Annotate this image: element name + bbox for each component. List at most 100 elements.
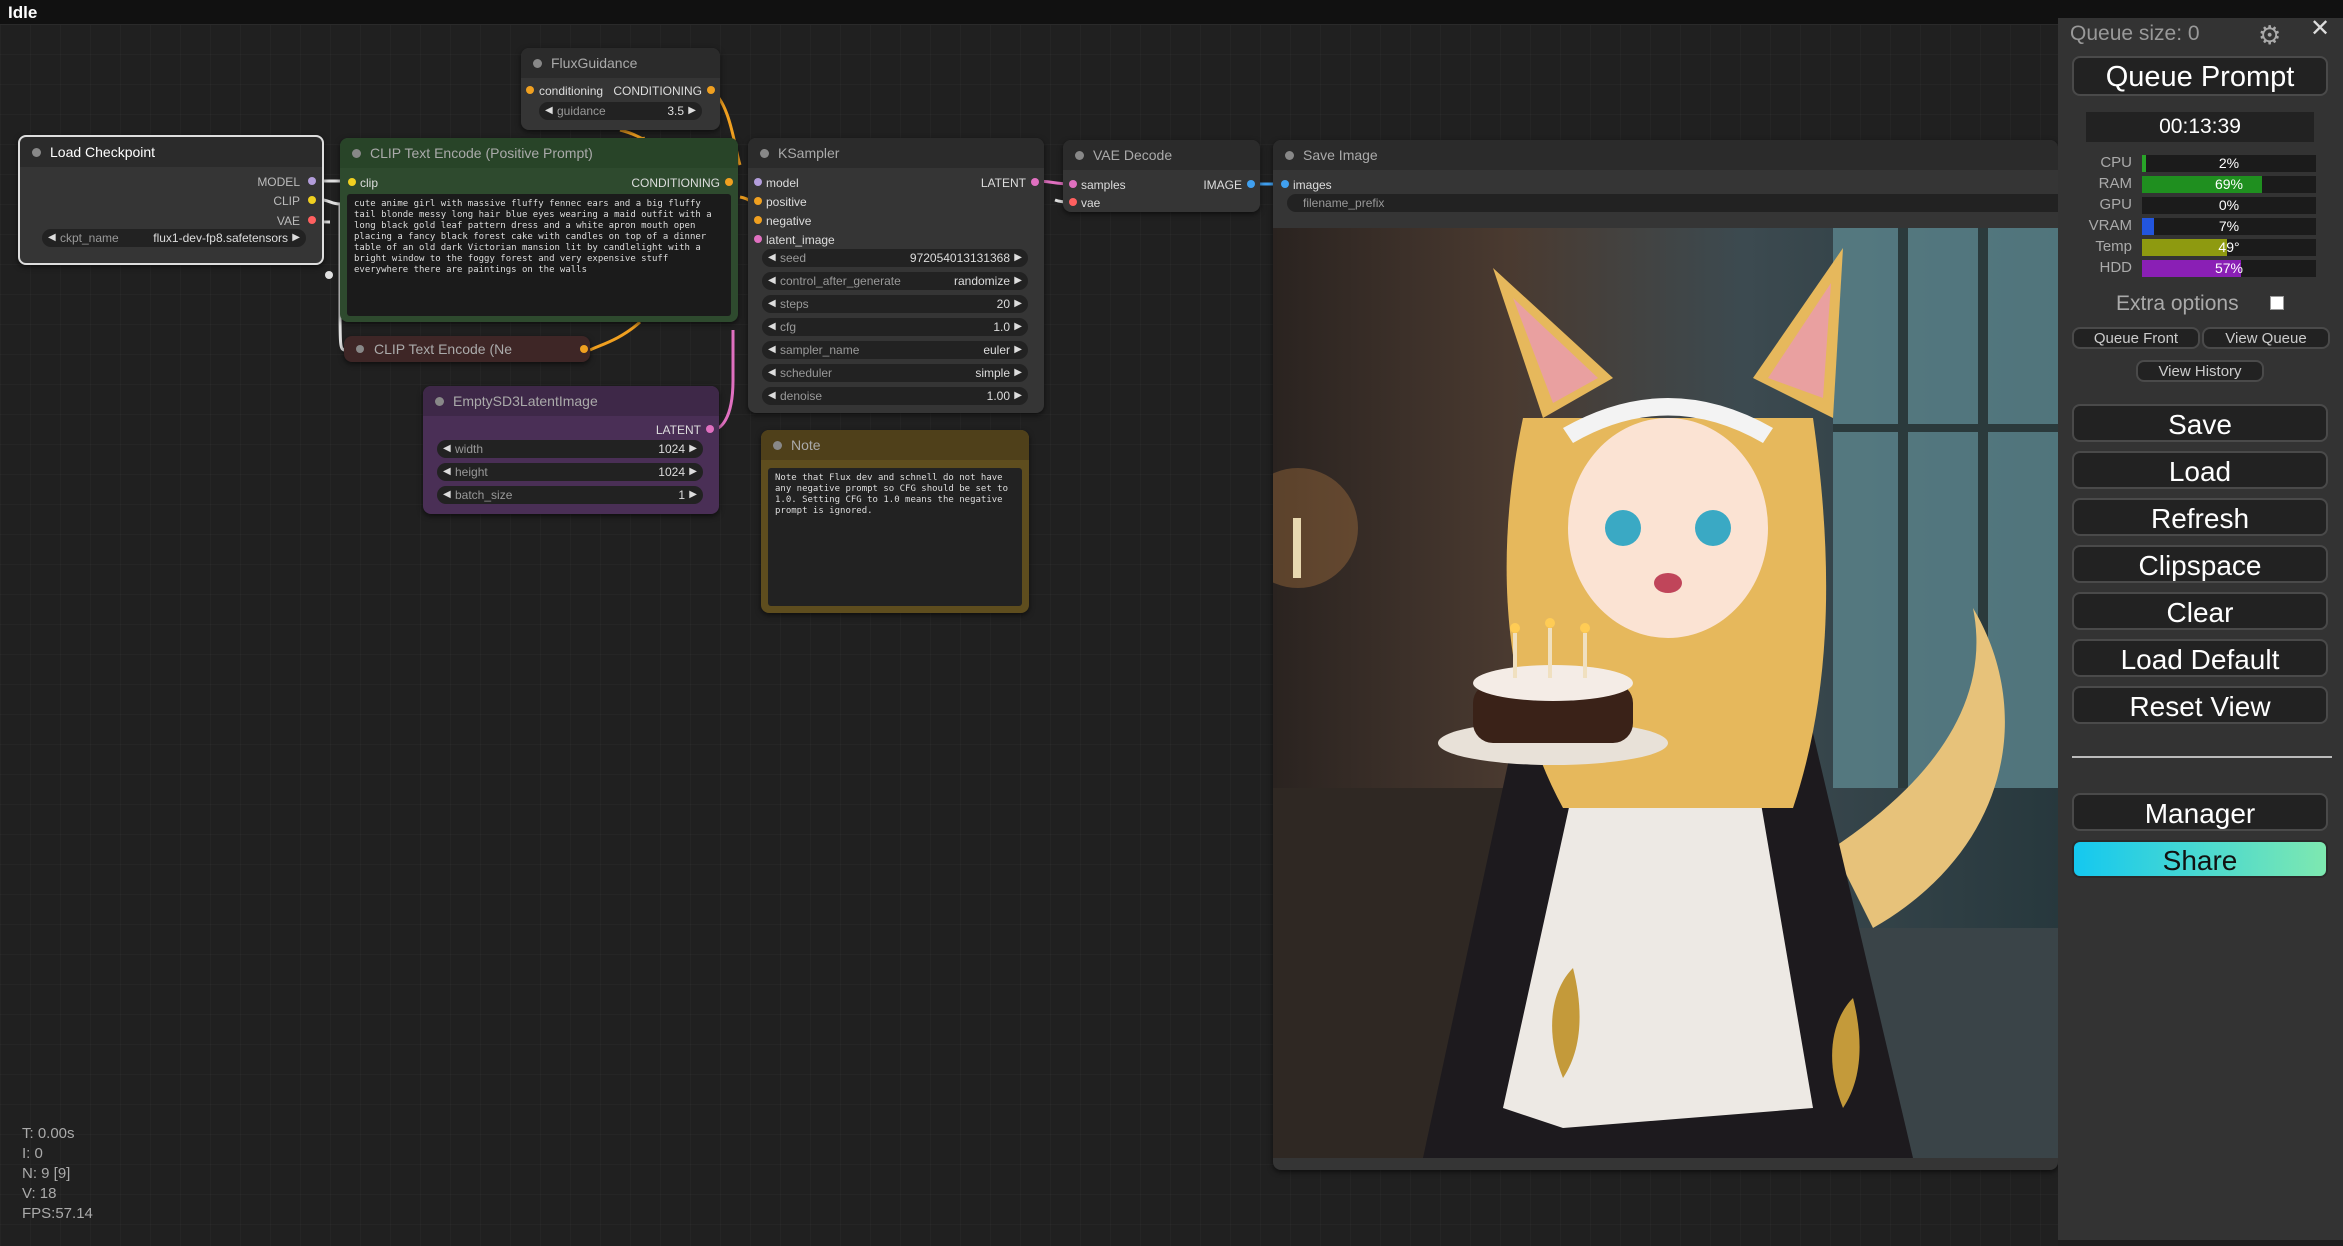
collapse-dot-icon[interactable] [1075, 151, 1084, 160]
prompt-textarea[interactable]: cute anime girl with massive fluffy fenn… [347, 194, 731, 316]
node-ksampler[interactable]: KSampler model positive negative latent_… [748, 138, 1044, 413]
output-model-dot-icon[interactable] [308, 177, 316, 185]
close-icon[interactable]: ✕ [2310, 14, 2330, 43]
output-image-dot-icon[interactable] [1247, 180, 1255, 188]
increment-arrow-icon[interactable]: ▶ [689, 463, 697, 481]
output-latent-dot-icon[interactable] [1031, 178, 1039, 186]
decrement-arrow-icon[interactable]: ◀ [768, 318, 776, 336]
widget-guidance[interactable]: ◀ guidance 3.5 ▶ [539, 102, 702, 120]
queue-prompt-button[interactable]: Queue Prompt [2072, 56, 2328, 96]
node-note[interactable]: Note Note that Flux dev and schnell do n… [761, 430, 1029, 613]
increment-arrow-icon[interactable]: ▶ [1014, 272, 1022, 290]
collapse-dot-icon[interactable] [352, 149, 361, 158]
widget-sampler-name[interactable]: ◀ sampler_name euler ▶ [762, 341, 1028, 359]
increment-arrow-icon[interactable]: ▶ [1014, 341, 1022, 359]
collapse-dot-icon[interactable] [760, 149, 769, 158]
manager-button[interactable]: Manager [2072, 793, 2328, 831]
view-history-button[interactable]: View History [2136, 360, 2264, 382]
collapse-dot-icon[interactable] [1285, 151, 1294, 160]
increment-arrow-icon[interactable]: ▶ [689, 440, 697, 458]
queue-front-button[interactable]: Queue Front [2072, 327, 2200, 349]
refresh-button[interactable]: Refresh [2072, 498, 2328, 536]
save-button[interactable]: Save [2072, 404, 2328, 442]
load-button[interactable]: Load [2072, 451, 2328, 489]
output-vae-dot-icon[interactable] [308, 216, 316, 224]
input-positive-dot-icon[interactable] [754, 197, 762, 205]
output-clip-dot-icon[interactable] [308, 196, 316, 204]
node-flux-guidance[interactable]: FluxGuidance conditioning CONDITIONING ◀… [521, 48, 720, 130]
output-slot-dot-icon[interactable] [707, 86, 715, 94]
node-title[interactable]: CLIP Text Encode (Positive Prompt) [340, 138, 738, 168]
view-queue-button[interactable]: View Queue [2202, 327, 2330, 349]
node-title[interactable]: VAE Decode [1063, 140, 1260, 170]
widget-width[interactable]: ◀ width 1024 ▶ [437, 440, 703, 458]
collapse-dot-icon[interactable] [533, 59, 542, 68]
node-load-checkpoint[interactable]: Load Checkpoint MODEL CLIP VAE ◀ ckpt_na… [18, 135, 324, 265]
widget-seed[interactable]: ◀ seed 972054013131368 ▶ [762, 249, 1028, 267]
node-clip-text-encode-negative-collapsed[interactable]: CLIP Text Encode (Ne [344, 336, 590, 362]
decrement-arrow-icon[interactable]: ◀ [768, 295, 776, 313]
collapse-dot-icon[interactable] [32, 148, 41, 157]
clear-button[interactable]: Clear [2072, 592, 2328, 630]
input-latent-image-dot-icon[interactable] [754, 235, 762, 243]
decrement-arrow-icon[interactable]: ◀ [545, 102, 553, 120]
decrement-arrow-icon[interactable]: ◀ [443, 486, 451, 504]
extra-options-checkbox[interactable] [2270, 296, 2284, 310]
node-title[interactable]: Load Checkpoint [20, 137, 322, 167]
input-slot-dot-icon[interactable] [526, 86, 534, 94]
load-default-button[interactable]: Load Default [2072, 639, 2328, 677]
widget-filename-prefix[interactable]: filename_prefix [1287, 194, 2058, 212]
input-clip-dot-icon[interactable] [348, 178, 356, 186]
increment-arrow-icon[interactable]: ▶ [1014, 318, 1022, 336]
output-latent-dot-icon[interactable] [706, 425, 714, 433]
node-title[interactable]: FluxGuidance [521, 48, 720, 78]
increment-arrow-icon[interactable]: ▶ [688, 102, 696, 120]
node-title[interactable]: Save Image [1273, 140, 2058, 170]
output-conditioning-dot-icon[interactable] [725, 178, 733, 186]
widget-batch-size[interactable]: ◀ batch_size 1 ▶ [437, 486, 703, 504]
collapse-dot-icon[interactable] [435, 397, 444, 406]
decrement-arrow-icon[interactable]: ◀ [768, 341, 776, 359]
input-model-dot-icon[interactable] [754, 178, 762, 186]
increment-arrow-icon[interactable]: ▶ [292, 229, 300, 247]
widget-steps[interactable]: ◀ steps 20 ▶ [762, 295, 1028, 313]
increment-arrow-icon[interactable]: ▶ [1014, 387, 1022, 405]
decrement-arrow-icon[interactable]: ◀ [768, 364, 776, 382]
increment-arrow-icon[interactable]: ▶ [1014, 249, 1022, 267]
node-title[interactable]: EmptySD3LatentImage [423, 386, 719, 416]
widget-control-after-generate[interactable]: ◀ control_after_generate randomize ▶ [762, 272, 1028, 290]
increment-arrow-icon[interactable]: ▶ [1014, 295, 1022, 313]
widget-ckpt-name[interactable]: ◀ ckpt_name flux1-dev-fp8.safetensors ▶ [42, 229, 306, 247]
generated-image-preview[interactable] [1273, 228, 2058, 1158]
collapse-dot-icon[interactable] [773, 441, 782, 450]
node-save-image[interactable]: Save Image images filename_prefix [1273, 140, 2058, 1170]
widget-denoise[interactable]: ◀ denoise 1.00 ▶ [762, 387, 1028, 405]
input-samples-dot-icon[interactable] [1069, 180, 1077, 188]
reset-view-button[interactable]: Reset View [2072, 686, 2328, 724]
node-title[interactable]: KSampler [748, 138, 1044, 168]
input-images-dot-icon[interactable] [1281, 180, 1289, 188]
decrement-arrow-icon[interactable]: ◀ [768, 272, 776, 290]
input-vae-dot-icon[interactable] [1069, 198, 1077, 206]
clipspace-button[interactable]: Clipspace [2072, 545, 2328, 583]
gear-icon[interactable]: ⚙ [2258, 20, 2281, 51]
decrement-arrow-icon[interactable]: ◀ [48, 229, 56, 247]
input-negative-dot-icon[interactable] [754, 216, 762, 224]
output-conditioning-dot-icon[interactable] [580, 345, 588, 353]
widget-height[interactable]: ◀ height 1024 ▶ [437, 463, 703, 481]
increment-arrow-icon[interactable]: ▶ [1014, 364, 1022, 382]
decrement-arrow-icon[interactable]: ◀ [443, 463, 451, 481]
decrement-arrow-icon[interactable]: ◀ [768, 387, 776, 405]
decrement-arrow-icon[interactable]: ◀ [768, 249, 776, 267]
widget-cfg[interactable]: ◀ cfg 1.0 ▶ [762, 318, 1028, 336]
node-empty-sd3-latent-image[interactable]: EmptySD3LatentImage LATENT ◀ width 1024 … [423, 386, 719, 514]
collapse-dot-icon[interactable] [356, 345, 364, 353]
node-vae-decode[interactable]: VAE Decode samples vae IMAGE [1063, 140, 1260, 212]
node-title[interactable]: Note [761, 430, 1029, 460]
share-button[interactable]: Share [2072, 840, 2328, 878]
widget-scheduler[interactable]: ◀ scheduler simple ▶ [762, 364, 1028, 382]
increment-arrow-icon[interactable]: ▶ [689, 486, 697, 504]
node-clip-text-encode-positive[interactable]: CLIP Text Encode (Positive Prompt) clip … [340, 138, 738, 322]
note-textarea[interactable]: Note that Flux dev and schnell do not ha… [768, 468, 1022, 606]
decrement-arrow-icon[interactable]: ◀ [443, 440, 451, 458]
